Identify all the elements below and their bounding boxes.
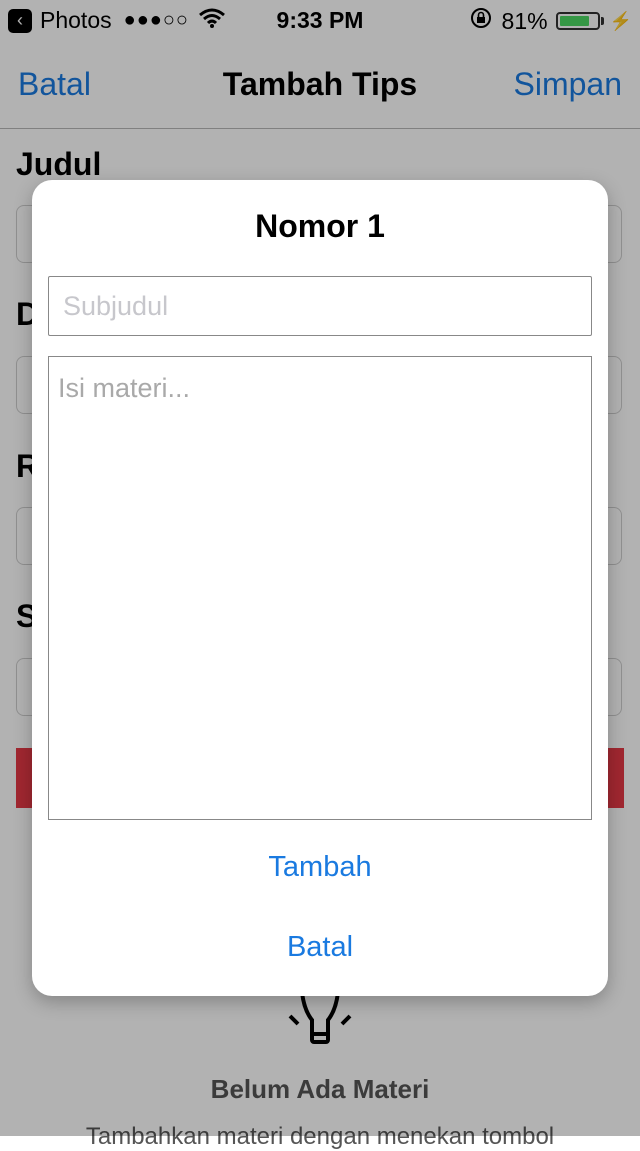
content-textarea[interactable] — [48, 356, 592, 820]
cancel-button[interactable]: Batal — [32, 930, 608, 965]
dialog-title: Nomor 1 — [255, 208, 385, 244]
add-button[interactable]: Tambah — [32, 850, 608, 885]
add-content-dialog: Nomor 1 Tambah Batal — [32, 180, 608, 996]
subtitle-input[interactable] — [48, 276, 592, 336]
